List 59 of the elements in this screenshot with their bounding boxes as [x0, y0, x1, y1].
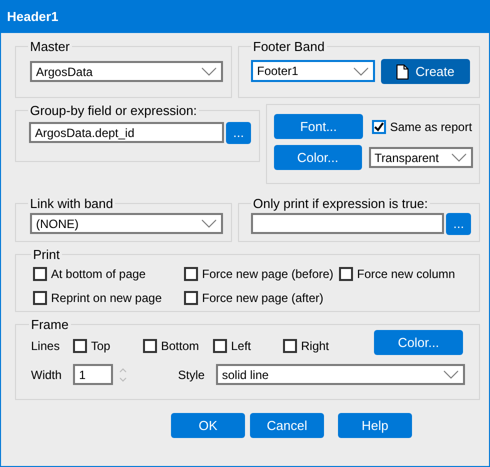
selected-value: (NONE)	[36, 216, 79, 232]
window-title: Header1	[7, 8, 58, 26]
checkbox-label: Force new page (after)	[202, 290, 324, 307]
checkbox-label: Force new page (before)	[202, 266, 334, 283]
lines-label: Lines	[31, 338, 61, 354]
checkbox[interactable]	[213, 338, 227, 352]
checkbox-label: At bottom of page	[51, 266, 146, 283]
checkbox-label: Bottom	[161, 338, 200, 354]
checkbox-label: Force new column	[357, 266, 456, 283]
checkbox-label: Left	[231, 338, 252, 354]
chevron-icon	[451, 153, 467, 162]
style-label: Style	[178, 366, 206, 384]
width-field[interactable]: 1	[73, 364, 113, 385]
selected-value: Transparent	[374, 150, 439, 166]
checkbox[interactable]	[33, 291, 47, 305]
master-dropdown[interactable]: ArgosData	[30, 61, 223, 82]
checkbox[interactable]	[184, 291, 198, 305]
dialog-button[interactable]: OK	[171, 413, 245, 438]
group-label: Footer Band	[252, 40, 326, 53]
dialog-button[interactable]: Help	[338, 413, 412, 438]
group-label: Frame	[30, 318, 70, 331]
color-button[interactable]: Color...	[274, 145, 362, 170]
footer-band-dropdown[interactable]: Footer1	[251, 60, 375, 82]
group-label: Master	[29, 40, 71, 53]
browse-button[interactable]: ...	[226, 122, 251, 144]
selected-value: Footer1	[257, 63, 298, 80]
checkbox[interactable]	[339, 267, 353, 281]
chevron-icon	[201, 67, 217, 76]
checkbox[interactable]	[33, 267, 47, 281]
checkbox[interactable]	[372, 120, 386, 134]
chevron-icon	[201, 219, 217, 228]
style-dropdown[interactable]: solid line	[216, 364, 465, 385]
dialog-button[interactable]: Cancel	[250, 413, 324, 438]
browse-button[interactable]: ...	[446, 213, 471, 235]
checkbox-label: Right	[301, 338, 330, 354]
font-button[interactable]: Font...	[274, 114, 363, 139]
color-button[interactable]: Color...	[374, 330, 463, 355]
chevron-icon	[443, 370, 459, 379]
checkbox-label: Top	[91, 338, 110, 354]
create-button[interactable]: Create	[381, 59, 470, 84]
group-label: Group-by field or expression:	[29, 104, 198, 117]
group-label: Only print if expression is true:	[252, 197, 429, 210]
width-label: Width	[31, 366, 63, 384]
checkbox[interactable]	[283, 338, 297, 352]
chevron-icon	[353, 66, 369, 76]
expression-field[interactable]	[251, 213, 444, 234]
group-by-field[interactable]: ArgosData.dept_id	[29, 122, 224, 143]
group-label: Link with band	[29, 197, 114, 210]
selected-value: ArgosData	[36, 64, 93, 80]
checkbox-label: Same as report	[390, 118, 472, 136]
checkbox-label: Reprint on new page	[51, 290, 162, 307]
checkbox[interactable]	[73, 338, 87, 352]
document-icon	[396, 64, 410, 80]
group-label: Print	[32, 248, 61, 261]
background-dropdown[interactable]: Transparent	[368, 147, 473, 168]
link-band-dropdown[interactable]: (NONE)	[30, 213, 223, 234]
selected-value: solid line	[222, 366, 269, 384]
checkbox[interactable]	[184, 267, 198, 281]
checkbox[interactable]	[143, 338, 157, 352]
